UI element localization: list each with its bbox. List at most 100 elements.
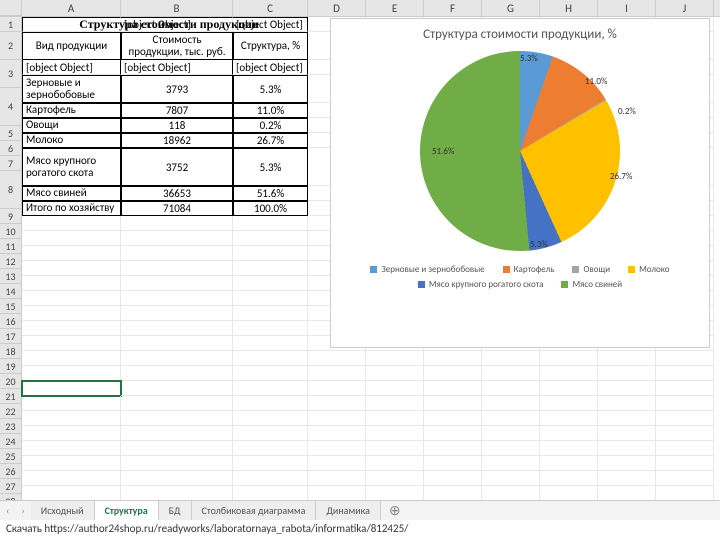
cell[interactable]: 11.0% bbox=[233, 103, 308, 118]
col-header-F[interactable]: F bbox=[424, 0, 482, 16]
cell[interactable] bbox=[22, 291, 121, 306]
cell[interactable] bbox=[233, 306, 308, 321]
cell[interactable] bbox=[424, 396, 482, 411]
pie-chart[interactable]: Структура стоимости продукции, % 5.3% 11… bbox=[330, 18, 710, 348]
cell[interactable] bbox=[233, 291, 308, 306]
cell[interactable] bbox=[540, 366, 598, 381]
cell[interactable]: Мясо свиней bbox=[22, 186, 121, 201]
cell[interactable] bbox=[598, 366, 656, 381]
cell[interactable]: Овощи bbox=[22, 118, 121, 133]
cell[interactable] bbox=[22, 411, 121, 426]
cell[interactable] bbox=[656, 441, 714, 456]
row-header-10[interactable]: 10 bbox=[0, 224, 22, 239]
cell[interactable] bbox=[540, 351, 598, 366]
cell[interactable] bbox=[482, 486, 540, 501]
cell[interactable] bbox=[598, 426, 656, 441]
cell[interactable]: 5.3% bbox=[233, 148, 308, 186]
sheet-tab[interactable]: Структура bbox=[95, 501, 159, 522]
row-header-9[interactable]: 9 bbox=[0, 209, 22, 224]
row-header-12[interactable]: 12 bbox=[0, 254, 22, 269]
col-header-B[interactable]: B bbox=[121, 0, 233, 16]
cell[interactable] bbox=[656, 411, 714, 426]
cell[interactable] bbox=[233, 246, 308, 261]
sheet-tab[interactable]: Столбиковая диаграмма bbox=[192, 501, 317, 520]
row-header-1[interactable]: 1 bbox=[0, 17, 22, 32]
sheet-tab[interactable]: Исходный bbox=[31, 501, 95, 520]
cell[interactable]: [object Object] bbox=[121, 60, 233, 75]
cell[interactable]: 18962 bbox=[121, 133, 233, 148]
row-header-8[interactable]: 8 bbox=[0, 171, 22, 209]
col-header-D[interactable]: D bbox=[308, 0, 366, 16]
row-header-20[interactable]: 20 bbox=[0, 374, 22, 389]
cell[interactable]: Молоко bbox=[22, 133, 121, 148]
cell[interactable] bbox=[540, 441, 598, 456]
cell[interactable] bbox=[233, 411, 308, 426]
cell[interactable] bbox=[424, 366, 482, 381]
cell[interactable] bbox=[22, 321, 121, 336]
cell[interactable] bbox=[482, 456, 540, 471]
cell[interactable] bbox=[121, 321, 233, 336]
cell[interactable]: 3752 bbox=[121, 148, 233, 186]
cell[interactable] bbox=[308, 396, 366, 411]
cell[interactable] bbox=[656, 486, 714, 501]
cell[interactable] bbox=[233, 441, 308, 456]
cell[interactable] bbox=[308, 411, 366, 426]
cell[interactable] bbox=[308, 381, 366, 396]
row-header-24[interactable]: 24 bbox=[0, 434, 22, 449]
cell[interactable] bbox=[598, 351, 656, 366]
row-header-18[interactable]: 18 bbox=[0, 344, 22, 359]
cell[interactable]: Стоимость продукции, тыс. руб. bbox=[121, 32, 233, 60]
tab-nav-prev[interactable]: ‹ bbox=[0, 504, 15, 517]
cell[interactable] bbox=[233, 216, 308, 231]
row-header-19[interactable]: 19 bbox=[0, 359, 22, 374]
cell[interactable] bbox=[22, 276, 121, 291]
cell[interactable] bbox=[598, 441, 656, 456]
cell[interactable] bbox=[121, 216, 233, 231]
cell[interactable] bbox=[22, 441, 121, 456]
cell[interactable] bbox=[366, 351, 424, 366]
cell[interactable] bbox=[424, 471, 482, 486]
row-header-6[interactable]: 6 bbox=[0, 141, 22, 156]
cell[interactable] bbox=[121, 486, 233, 501]
cell[interactable] bbox=[121, 456, 233, 471]
cell[interactable] bbox=[22, 336, 121, 351]
cell[interactable] bbox=[598, 456, 656, 471]
cell[interactable] bbox=[656, 426, 714, 441]
cell[interactable] bbox=[233, 396, 308, 411]
cell[interactable] bbox=[482, 381, 540, 396]
cell[interactable]: Зерновые и зернобобовые bbox=[22, 75, 121, 103]
col-header-J[interactable]: J bbox=[656, 0, 714, 16]
cell[interactable] bbox=[366, 366, 424, 381]
cell[interactable]: 0.2% bbox=[233, 118, 308, 133]
col-header-A[interactable]: A bbox=[22, 0, 121, 16]
col-header-C[interactable]: C bbox=[233, 0, 308, 16]
cell[interactable]: [object Object] bbox=[22, 60, 121, 75]
cell[interactable] bbox=[233, 351, 308, 366]
cell[interactable] bbox=[308, 441, 366, 456]
cell[interactable]: Картофель bbox=[22, 103, 121, 118]
cell[interactable] bbox=[121, 351, 233, 366]
cell[interactable] bbox=[424, 381, 482, 396]
cell[interactable] bbox=[22, 216, 121, 231]
cell[interactable] bbox=[656, 381, 714, 396]
row-header-17[interactable]: 17 bbox=[0, 329, 22, 344]
cell[interactable] bbox=[121, 441, 233, 456]
cell[interactable] bbox=[482, 471, 540, 486]
sheet-tab[interactable]: Динамика bbox=[316, 501, 380, 520]
cell[interactable]: 3793 bbox=[121, 75, 233, 103]
cell[interactable] bbox=[121, 261, 233, 276]
cell[interactable] bbox=[424, 426, 482, 441]
cell[interactable]: 26.7% bbox=[233, 133, 308, 148]
cell[interactable] bbox=[22, 486, 121, 501]
cell[interactable] bbox=[308, 456, 366, 471]
row-header-5[interactable]: 5 bbox=[0, 126, 22, 141]
cell[interactable] bbox=[656, 366, 714, 381]
row-header-27[interactable]: 27 bbox=[0, 479, 22, 494]
cell[interactable] bbox=[366, 456, 424, 471]
cell[interactable] bbox=[233, 381, 308, 396]
cell[interactable] bbox=[482, 426, 540, 441]
cell[interactable] bbox=[121, 231, 233, 246]
cell[interactable] bbox=[598, 381, 656, 396]
cell[interactable] bbox=[482, 396, 540, 411]
cell[interactable] bbox=[233, 321, 308, 336]
